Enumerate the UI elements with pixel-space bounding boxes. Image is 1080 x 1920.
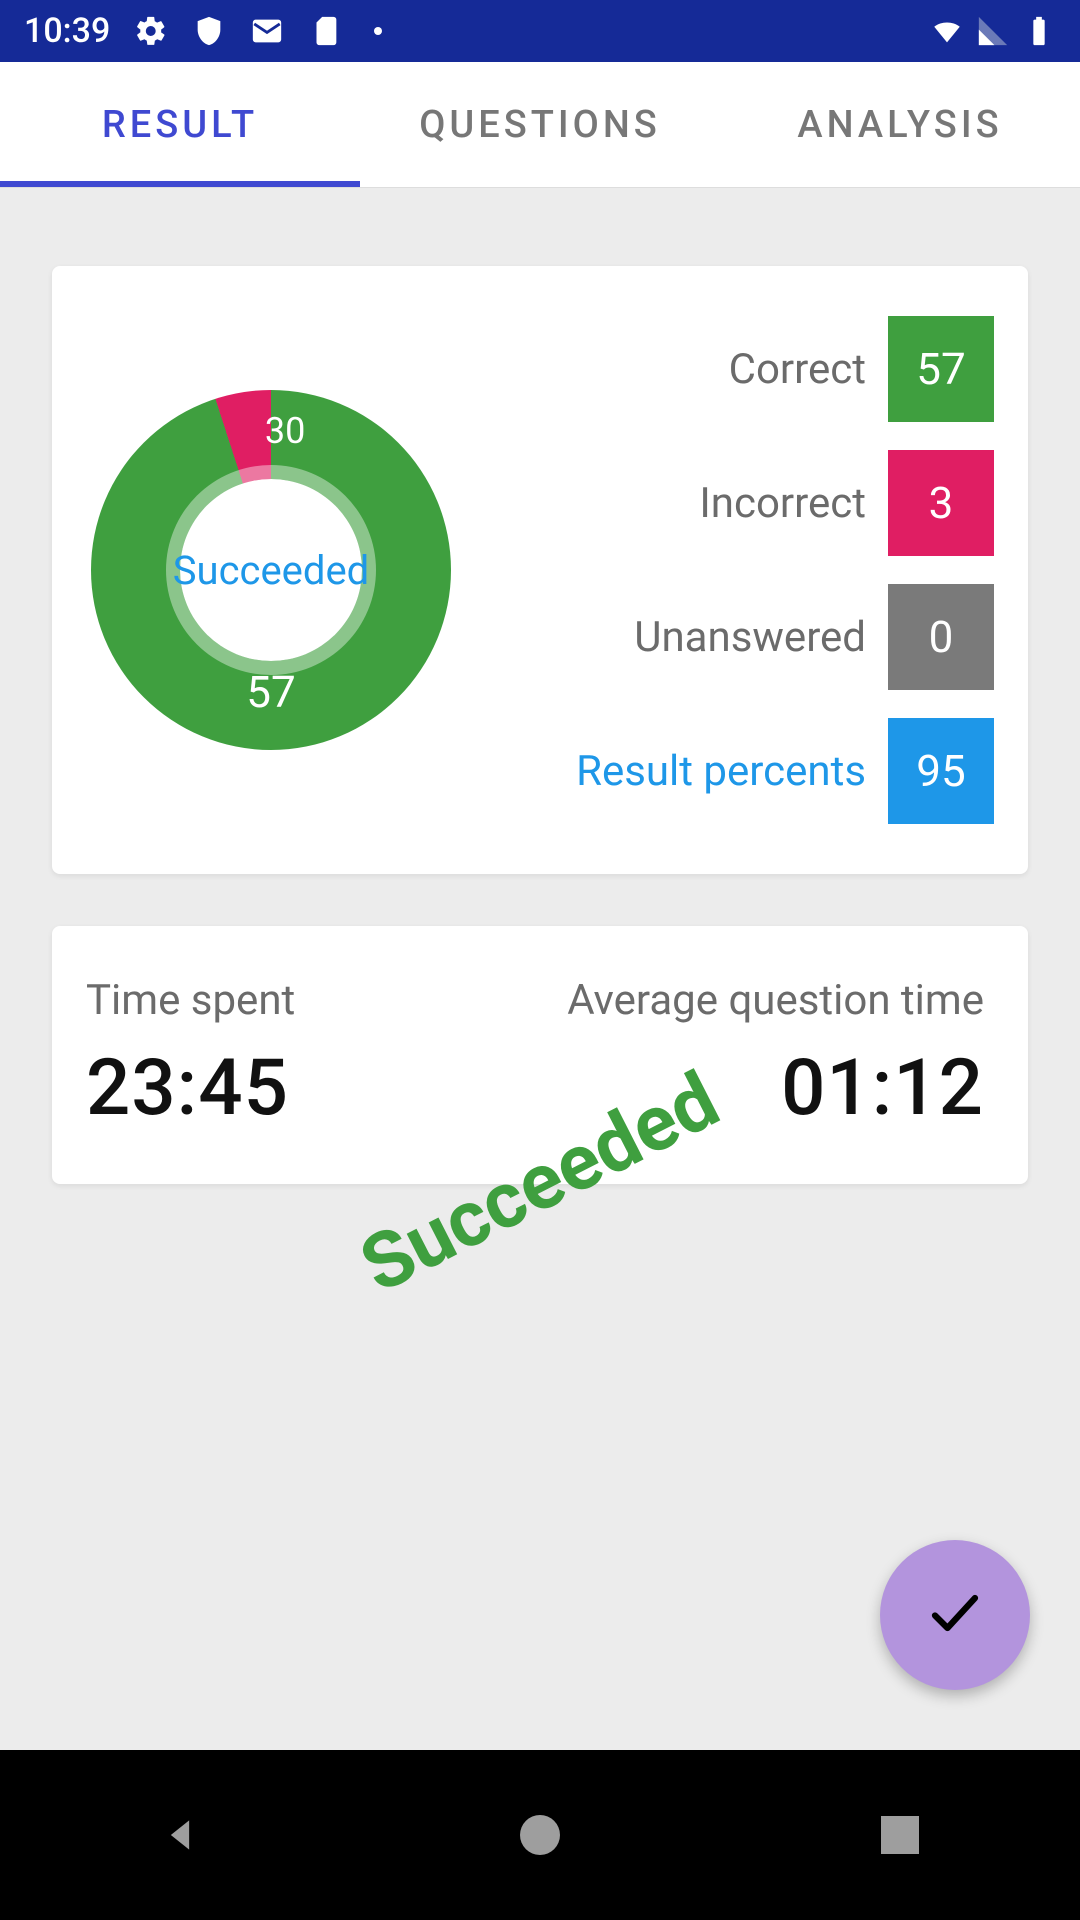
status-time: 10:39 <box>24 11 110 51</box>
stats-list: Correct 57 Incorrect 3 Unanswered 0 Resu… <box>456 316 994 824</box>
time-spent-label: Time spent <box>86 976 535 1025</box>
donut-incorrect-value: 30 <box>265 410 305 452</box>
status-right <box>930 14 1056 48</box>
time-average-value: 01:12 <box>781 1043 984 1134</box>
tab-result[interactable]: RESULT <box>0 62 360 187</box>
android-nav-bar <box>0 1750 1080 1920</box>
status-bar: 10:39 <box>0 0 1080 62</box>
nav-recent-button[interactable] <box>870 1805 930 1865</box>
wifi-icon <box>930 14 964 48</box>
stat-unanswered: Unanswered 0 <box>466 584 994 690</box>
tab-bar: RESULT QUESTIONS ANALYSIS <box>0 62 1080 188</box>
stat-correct-value: 57 <box>888 316 994 422</box>
stat-percent-value: 95 <box>888 718 994 824</box>
nav-back-button[interactable] <box>150 1805 210 1865</box>
tab-questions[interactable]: QUESTIONS <box>360 62 720 187</box>
tab-analysis[interactable]: ANALYSIS <box>720 62 1080 187</box>
sd-card-icon <box>308 14 342 48</box>
mail-icon <box>250 14 284 48</box>
stat-incorrect-label: Incorrect <box>699 479 866 528</box>
stat-incorrect: Incorrect 3 <box>466 450 994 556</box>
donut-center: Succeeded <box>166 465 376 675</box>
gear-icon <box>134 14 168 48</box>
battery-icon <box>1022 14 1056 48</box>
content: Succeeded 57 30 Correct 57 Incorrect 3 U… <box>0 188 1080 1750</box>
signal-icon <box>976 14 1010 48</box>
stat-incorrect-value: 3 <box>888 450 994 556</box>
status-left: 10:39 <box>24 11 382 51</box>
stat-unanswered-value: 0 <box>888 584 994 690</box>
done-button[interactable] <box>880 1540 1030 1690</box>
donut-chart: Succeeded 57 30 <box>86 316 456 824</box>
time-spent-col: Time spent 23:45 <box>86 976 535 1134</box>
donut-ring: Succeeded 57 30 <box>91 390 451 750</box>
check-icon <box>925 1583 985 1647</box>
stat-percent-label: Result percents <box>576 747 866 796</box>
donut-center-label: Succeeded <box>173 547 369 594</box>
time-spent-value: 23:45 <box>86 1043 535 1134</box>
stat-correct-label: Correct <box>729 345 866 394</box>
result-summary-card: Succeeded 57 30 Correct 57 Incorrect 3 U… <box>52 266 1028 874</box>
tab-questions-label: QUESTIONS <box>419 103 661 147</box>
tab-result-label: RESULT <box>102 103 258 147</box>
time-average-label: Average question time <box>567 976 984 1025</box>
tab-analysis-label: ANALYSIS <box>797 103 1002 147</box>
stat-percent: Result percents 95 <box>466 718 994 824</box>
stat-correct: Correct 57 <box>466 316 994 422</box>
stat-unanswered-label: Unanswered <box>634 613 866 662</box>
donut-correct-value: 57 <box>246 666 295 718</box>
nav-home-button[interactable] <box>510 1805 570 1865</box>
status-dot-icon <box>374 27 382 35</box>
shield-icon <box>192 14 226 48</box>
